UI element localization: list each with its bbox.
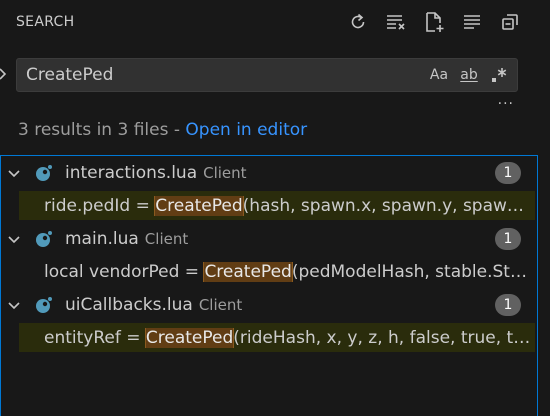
- match-highlight: CreatePed: [154, 196, 244, 216]
- chevron-down-icon[interactable]: [6, 297, 22, 313]
- search-toggles: Aa ab: [427, 62, 511, 88]
- search-view-header: SEARCH: [0, 0, 550, 44]
- match-line: local vendorPed = CreatePed(pedModelHash…: [44, 262, 534, 282]
- view-title: SEARCH: [16, 14, 75, 30]
- match-count-badge: 1: [495, 162, 521, 184]
- file-name: interactions.lua: [65, 163, 198, 183]
- match-count-badge: 1: [495, 294, 521, 316]
- match-suffix: (pedModelHash, stable.Sta...: [291, 262, 534, 282]
- file-name: main.lua: [65, 229, 139, 249]
- match-prefix: local vendorPed =: [44, 262, 205, 282]
- match-whole-word-toggle[interactable]: ab: [457, 62, 481, 88]
- chevron-right-icon[interactable]: [0, 66, 10, 82]
- match-line: entityRef = CreatePed(rideHash, x, y, z,…: [44, 328, 534, 348]
- match-suffix: (hash, spawn.x, spawn.y, spawn.z...: [242, 196, 534, 216]
- file-name: uiCallbacks.lua: [65, 295, 193, 315]
- match-row[interactable]: entityRef = CreatePed(rideHash, x, y, z,…: [1, 322, 537, 354]
- file-row-interactions[interactable]: interactions.lua Client 1: [1, 157, 537, 189]
- toggle-search-details-icon[interactable]: ···: [498, 96, 514, 112]
- chevron-down-icon[interactable]: [6, 165, 22, 181]
- match-highlight: CreatePed: [203, 262, 293, 282]
- collapse-all-icon[interactable]: [496, 8, 524, 36]
- lua-file-icon: [35, 296, 53, 314]
- results-summary: 3 results in 3 files - Open in editor: [18, 120, 307, 140]
- results-count-text: 3 results in 3 files -: [18, 120, 186, 140]
- match-count-badge: 1: [495, 228, 521, 250]
- file-description: Client: [144, 230, 189, 248]
- match-suffix: (rideHash, x, y, z, h, false, true, tru.…: [233, 328, 534, 348]
- match-row[interactable]: ride.pedId = CreatePed(hash, spawn.x, sp…: [1, 190, 537, 222]
- lua-file-icon: [35, 164, 53, 182]
- file-description: Client: [198, 296, 243, 314]
- file-row-uicallbacks[interactable]: uiCallbacks.lua Client 1: [1, 289, 537, 321]
- match-prefix: entityRef =: [44, 328, 146, 348]
- lua-file-icon: [35, 230, 53, 248]
- search-field: Aa ab: [16, 58, 518, 92]
- match-line: ride.pedId = CreatePed(hash, spawn.x, sp…: [44, 196, 534, 216]
- header-actions: [344, 8, 524, 36]
- match-case-toggle[interactable]: Aa: [427, 62, 451, 88]
- file-row-main[interactable]: main.lua Client 1: [1, 223, 537, 255]
- match-prefix: ride.pedId =: [44, 196, 156, 216]
- clear-results-icon[interactable]: [382, 8, 410, 36]
- new-search-editor-icon[interactable]: [420, 8, 448, 36]
- match-row[interactable]: local vendorPed = CreatePed(pedModelHash…: [1, 256, 537, 288]
- results-tree: interactions.lua Client 1 ride.pedId = Cr…: [0, 155, 538, 416]
- use-regex-toggle[interactable]: [487, 62, 511, 88]
- search-input[interactable]: [17, 59, 426, 91]
- match-highlight: CreatePed: [144, 328, 235, 348]
- view-as-tree-icon[interactable]: [458, 8, 486, 36]
- open-in-editor-link[interactable]: Open in editor: [185, 120, 307, 140]
- chevron-down-icon[interactable]: [6, 231, 22, 247]
- file-description: Client: [203, 164, 247, 182]
- refresh-icon[interactable]: [344, 8, 372, 36]
